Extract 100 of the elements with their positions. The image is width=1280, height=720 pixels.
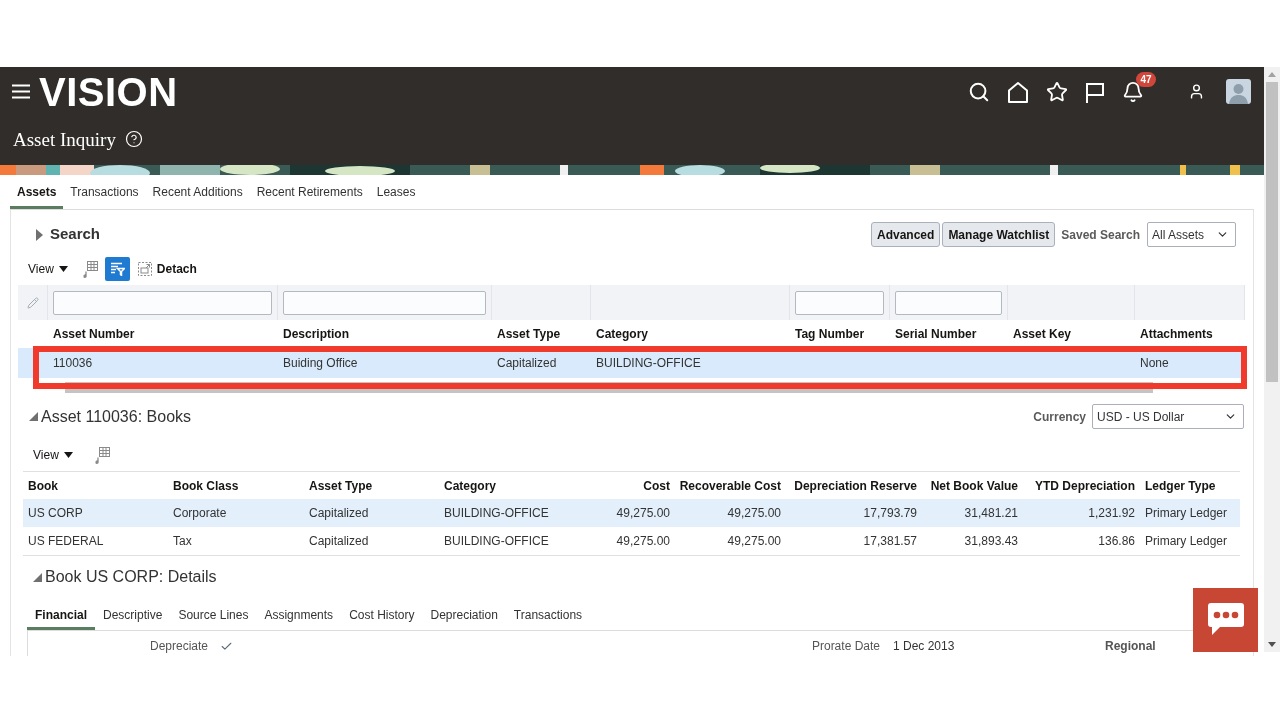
table-cell-text: US CORP [28,505,83,522]
column-header[interactable]: Asset Key [1013,325,1072,343]
detach-button[interactable]: Detach [137,260,197,278]
star-icon[interactable] [1046,80,1068,103]
tab[interactable]: Transactions [63,177,146,209]
notification-count-badge: 47 [1136,71,1156,87]
saved-search-label: Saved Search [1061,226,1140,244]
flag-icon[interactable] [1085,80,1105,103]
tab[interactable]: Assets [10,177,64,209]
field-label: Prorate Date [810,638,880,655]
field-label: Depreciate [148,638,208,655]
scroll-down-arrow-icon[interactable] [1268,642,1276,647]
chat-bubble-icon [1207,603,1244,637]
column-header[interactable]: Category [444,476,496,495]
table-cell-text: 31,481.21 [964,505,1018,522]
tab[interactable]: Leases [369,177,423,209]
view-menu-button[interactable]: View [28,260,68,278]
column-header[interactable]: Tag Number [795,325,865,343]
table-cell-text: BUILDING-OFFICE [444,505,549,522]
table-cell-text: 49,275.00 [616,505,670,522]
table-cell-text: Capitalized [309,505,369,522]
section-title: Asset 110036: Books [41,406,192,427]
filter-input[interactable] [895,290,1002,315]
currency-label: Currency [1033,408,1086,426]
table-cell-text: Primary Ledger [1145,533,1228,550]
table-cell-text: 1,231.92 [1088,505,1135,522]
filter-icon [109,262,125,276]
page-title: Asset Inquiry [13,129,116,149]
column-header[interactable]: Category [596,325,648,343]
detach-icon [137,262,152,276]
column-header[interactable]: Cost [643,476,670,495]
column-header[interactable]: Depreciation Reserve [794,476,917,495]
expanded-triangle-icon[interactable] [33,572,42,582]
help-icon[interactable] [124,130,143,148]
table-cell-text: 49,275.00 [727,505,781,522]
field-value: 1 Dec 2013 [893,638,955,655]
saved-search-select[interactable]: All Assets [1147,222,1236,247]
table-cell-text: US FEDERAL [28,533,104,550]
tab[interactable]: Recent Additions [145,177,250,209]
filter-button[interactable] [104,257,130,281]
caret-icon [63,452,73,458]
section-title: Book US CORP: Details [45,567,217,587]
tab[interactable]: Recent Retirements [249,177,370,209]
column-header[interactable]: Book Class [173,476,239,495]
table-cell-text: 49,275.00 [727,533,781,550]
table-cell-text: BUILDING-OFFICE [444,533,549,550]
table-columns-icon[interactable] [94,446,110,464]
tab[interactable]: Source Lines [170,602,257,630]
column-header[interactable]: Book [28,476,58,495]
filter-input[interactable] [795,290,884,315]
tab[interactable]: Assignments [256,602,342,630]
table-cell-text: Primary Ledger [1145,505,1228,522]
table-cell-text: Capitalized [309,533,369,550]
chat-button[interactable] [1193,588,1258,652]
scrollbar-thumb[interactable] [1266,82,1278,382]
tab[interactable]: Descriptive [95,602,171,630]
app-logo: VISION [39,71,178,112]
table-cell-text: 49,275.00 [616,533,670,550]
table-cell-text: BUILDING-OFFICE [596,355,701,372]
section-title: Search [50,224,101,245]
column-header[interactable]: Recoverable Cost [679,476,781,495]
toolbar-button[interactable]: Advanced [871,222,941,247]
tab[interactable]: Financial [27,602,95,630]
column-header[interactable]: Ledger Type [1145,476,1216,495]
vertical-scrollbar[interactable] [1264,67,1280,652]
column-header[interactable]: Asset Type [497,325,561,343]
table-cell-text: 17,381.57 [863,533,917,550]
table-row[interactable]: US CORP Corporate Capitalized BUILDING-OFFICE 49,275.00 49,275.00 17,793.79 31,481.21 1,231.92 Primary Ledger [23,499,1240,527]
user-icon[interactable] [1188,83,1205,100]
menu-icon[interactable] [12,84,30,99]
toolbar-button[interactable]: Manage Watchlist [942,222,1056,247]
table-cell-text: Buiding Office [283,355,358,372]
column-header[interactable]: Net Book Value [930,476,1018,495]
table-cell-text: 110036 [53,355,93,372]
table-cell-text: Corporate [173,505,227,522]
column-header[interactable]: Description [283,325,349,343]
column-header[interactable]: Serial Number [895,325,977,343]
home-icon[interactable] [1007,80,1029,103]
tab[interactable]: Cost History [341,602,423,630]
currency-select[interactable]: USD - US Dollar [1092,404,1244,429]
collapsed-triangle-icon[interactable] [36,228,43,241]
tab[interactable]: Depreciation [422,602,506,630]
view-menu-button[interactable]: View [33,446,73,464]
table-cell-text: Tax [173,533,192,550]
table-cell-text: None [1140,355,1169,372]
table-cell-text: 136.86 [1098,533,1135,550]
table-cell-text: Capitalized [497,355,557,372]
filter-input[interactable] [53,290,272,315]
caret-icon [58,266,68,272]
column-header[interactable]: Asset Number [53,325,135,343]
column-header[interactable]: Asset Type [309,476,373,495]
filter-input[interactable] [283,290,486,315]
search-icon[interactable] [968,80,990,103]
table-columns-icon[interactable] [82,260,98,278]
column-header[interactable]: Attachments [1140,325,1213,343]
section-heading: Regional [1105,638,1156,655]
table-cell-text: 31,893.43 [964,533,1018,550]
tab[interactable]: Transactions [505,602,591,630]
column-header[interactable]: YTD Depreciation [1034,476,1135,495]
expanded-triangle-icon[interactable] [29,412,38,421]
